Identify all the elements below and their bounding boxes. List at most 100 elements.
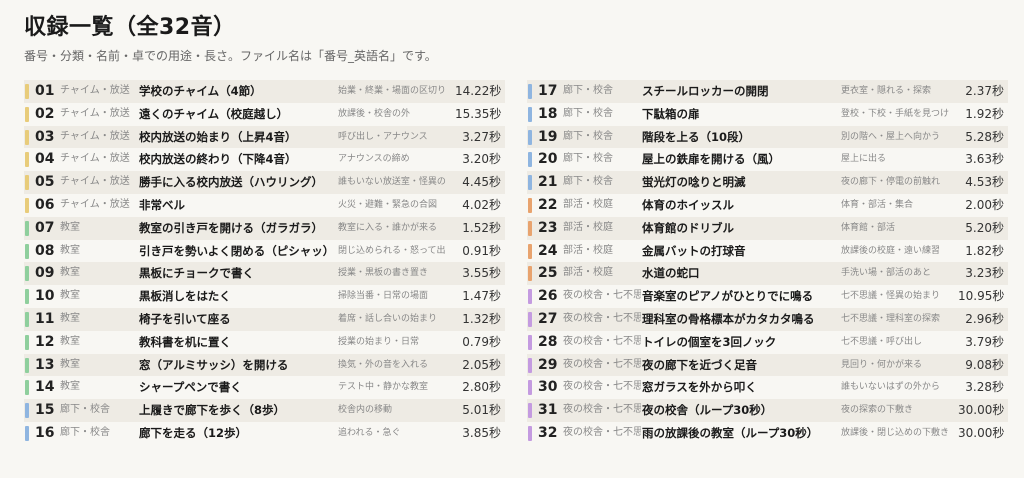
category-color-marker xyxy=(25,425,29,441)
track-row[interactable]: 20 廊下・校舎 屋上の鉄扉を開ける（風） 屋上に出る 3.63秒 xyxy=(527,148,1008,171)
track-usage: 七不思議・怪異の始まり xyxy=(841,291,941,302)
category-color-marker xyxy=(25,129,29,145)
category-color-marker xyxy=(528,84,532,99)
track-usage: 放課後の校庭・遠い練習 xyxy=(841,245,941,256)
track-usage: 閉じ込められる・怒って出 xyxy=(338,245,446,256)
page-subtitle: 番号・分類・名前・卓での用途・長さ。ファイル名は「番号_英語名」です。 xyxy=(24,49,437,63)
track-row[interactable]: 16 廊下・校舎 廊下を走る（12歩） 追われる・急ぐ 3.85秒 xyxy=(24,422,505,445)
track-length: 0.91秒 xyxy=(462,243,501,258)
track-number: 11 xyxy=(35,310,55,327)
track-row[interactable]: 14 教室 シャープペンで書く テスト中・静かな教室 2.80秒 xyxy=(24,376,505,399)
category-color-marker xyxy=(528,425,532,441)
track-row[interactable]: 29 夜の校舎・七不思 夜の廊下を近づく足音 見回り・何かが来る 9.08秒 xyxy=(527,353,1008,377)
track-category: 部活・校庭 xyxy=(563,221,613,233)
track-row[interactable]: 06 チャイム・放送 非常ベル 火災・避難・緊急の合図 4.02秒 xyxy=(24,194,505,217)
track-name: 屋上の鉄扉を開ける（風） xyxy=(642,152,780,167)
track-number: 02 xyxy=(35,105,55,122)
track-category: 夜の校舎・七不思 xyxy=(563,358,641,370)
track-row[interactable]: 10 教室 黒板消しをはたく 掃除当番・日常の場面 1.47秒 xyxy=(24,285,505,308)
track-usage: 換気・外の音を入れる xyxy=(338,359,429,370)
track-number: 08 xyxy=(35,242,55,259)
track-name: 金属バットの打球音 xyxy=(642,243,746,258)
category-color-marker xyxy=(528,220,532,236)
track-row[interactable]: 09 教室 黒板にチョークで書く 授業・黒板の書き置き 3.55秒 xyxy=(24,262,505,286)
track-name: 廊下を走る（12歩） xyxy=(139,425,248,440)
category-color-marker xyxy=(528,152,532,168)
category-color-marker xyxy=(528,403,532,419)
track-row[interactable]: 07 教室 教室の引き戸を開ける（ガラガラ） 教室に入る・誰かが来る 1.52秒 xyxy=(24,216,505,240)
track-table: 01 チャイム・放送 学校のチャイム（4節） 始業・終業・場面の区切り 14.22秒 02… xyxy=(24,80,1008,445)
track-row[interactable]: 24 部活・校庭 金属バットの打球音 放課後の校庭・遠い練習 1.82秒 xyxy=(527,240,1008,263)
track-number: 32 xyxy=(538,424,558,441)
track-category: チャイム・放送 xyxy=(60,85,130,96)
track-length: 1.92秒 xyxy=(965,106,1004,121)
track-row[interactable]: 26 夜の校舎・七不思 音楽室のピアノがひとりでに鳴る 七不思議・怪異の始まり 10.9… xyxy=(527,285,1008,308)
category-color-marker xyxy=(25,311,29,327)
track-row[interactable]: 32 夜の校舎・七不思 雨の放課後の教室（ループ30秒） 放課後・閉じ込めの下敷き 30… xyxy=(527,422,1008,445)
track-usage: 更衣室・隠れる・探索 xyxy=(841,86,932,96)
track-name: 音楽室のピアノがひとりでに鳴る xyxy=(642,289,814,304)
track-usage: 登校・下校・手紙を見つけ xyxy=(841,108,949,119)
track-usage: アナウンスの締め xyxy=(338,154,410,165)
track-usage: 見回り・何かが来る xyxy=(841,359,923,370)
track-number: 21 xyxy=(538,174,558,191)
track-row[interactable]: 15 廊下・校舎 上履きで廊下を歩く（8歩） 校舎内の移動 5.01秒 xyxy=(24,399,505,422)
track-length: 4.45秒 xyxy=(462,175,501,190)
track-row[interactable]: 13 教室 窓（アルミサッシ）を開ける 換気・外の音を入れる 2.05秒 xyxy=(24,353,505,377)
track-number: 28 xyxy=(538,333,558,350)
track-category: 教室 xyxy=(60,221,80,233)
track-length: 2.96秒 xyxy=(965,311,1004,326)
track-row[interactable]: 22 部活・校庭 体育のホイッスル 体育・部活・集合 2.00秒 xyxy=(527,194,1008,217)
track-category: 教室 xyxy=(60,290,80,302)
track-usage: 校舎内の移動 xyxy=(338,405,393,416)
track-category: チャイム・放送 xyxy=(60,153,130,165)
track-row[interactable]: 19 廊下・校舎 階段を上る（10段） 別の階へ・屋上へ向かう 5.28秒 xyxy=(527,125,1008,149)
track-length: 10.95秒 xyxy=(958,289,1005,304)
track-length: 2.80秒 xyxy=(462,380,501,395)
track-name: 下駄箱の扉 xyxy=(642,106,700,121)
track-name: 椅子を引いて座る xyxy=(139,311,231,326)
track-length: 15.35秒 xyxy=(455,106,502,121)
category-color-marker xyxy=(25,334,29,350)
track-row[interactable]: 31 夜の校舎・七不思 夜の校舎（ループ30秒） 夜の探索の下敷き 30.00秒 xyxy=(527,399,1008,422)
category-color-marker xyxy=(528,334,532,350)
track-row[interactable]: 30 夜の校舎・七不思 窓ガラスを外から叩く 誰もいないはずの外から 3.28秒 xyxy=(527,376,1008,399)
track-name: 校内放送の始まり（上昇4音） xyxy=(139,129,297,144)
track-row[interactable]: 04 チャイム・放送 校内放送の終わり（下降4音） アナウンスの締め 3.20秒 xyxy=(24,148,505,171)
track-row[interactable]: 01 チャイム・放送 学校のチャイム（4節） 始業・終業・場面の区切り 14.22秒 xyxy=(24,80,505,103)
track-row[interactable]: 05 チャイム・放送 勝手に入る校内放送（ハウリング） 誰もいない放送室・怪異の 4.4… xyxy=(24,171,505,194)
track-length: 2.37秒 xyxy=(965,84,1004,98)
track-length: 4.53秒 xyxy=(965,175,1004,190)
track-length: 3.20秒 xyxy=(462,152,501,167)
track-row[interactable]: 02 チャイム・放送 遠くのチャイム（校庭越し） 放課後・校舎の外 15.35秒 xyxy=(24,103,505,126)
track-category: 廊下・校舎 xyxy=(563,176,613,188)
track-row[interactable]: 18 廊下・校舎 下駄箱の扉 登校・下校・手紙を見つけ 1.92秒 xyxy=(527,103,1008,126)
track-length: 3.63秒 xyxy=(965,152,1004,167)
track-row[interactable]: 11 教室 椅子を引いて座る 着席・話し合いの始まり 1.32秒 xyxy=(24,307,505,331)
track-row[interactable]: 12 教室 教科書を机に置く 授業の始まり・日常 0.79秒 xyxy=(24,331,505,354)
track-usage: 始業・終業・場面の区切り xyxy=(338,86,447,96)
track-row[interactable]: 23 部活・校庭 体育館のドリブル 体育館・部活 5.20秒 xyxy=(527,216,1008,240)
track-row[interactable]: 27 夜の校舎・七不思 理科室の骨格標本がカタカタ鳴る 七不思議・理科室の探索 2.96… xyxy=(527,307,1008,331)
track-number: 25 xyxy=(538,265,558,282)
track-row[interactable]: 17 廊下・校舎 スチールロッカーの開閉 更衣室・隠れる・探索 2.37秒 xyxy=(527,80,1008,103)
track-length: 1.47秒 xyxy=(462,289,501,304)
track-category: チャイム・放送 xyxy=(60,198,130,210)
track-category: 教室 xyxy=(60,312,80,324)
track-name: 水道の蛇口 xyxy=(642,266,700,281)
track-row[interactable]: 25 部活・校庭 水道の蛇口 手洗い場・部活のあと 3.23秒 xyxy=(527,262,1008,286)
track-category: 廊下・校舎 xyxy=(60,404,110,416)
track-name: シャープペンで書く xyxy=(139,380,242,395)
track-row[interactable]: 28 夜の校舎・七不思 トイレの個室を3回ノック 七不思議・呼び出し 3.79秒 xyxy=(527,331,1008,354)
track-number: 14 xyxy=(35,379,55,396)
track-number: 12 xyxy=(35,333,55,350)
category-color-marker xyxy=(528,289,532,305)
track-name: スチールロッカーの開閉 xyxy=(642,84,769,98)
track-number: 30 xyxy=(538,379,558,396)
track-category: 部活・校庭 xyxy=(563,244,613,256)
track-number: 27 xyxy=(538,310,558,327)
track-category: 廊下・校舎 xyxy=(563,107,613,119)
track-row[interactable]: 03 チャイム・放送 校内放送の始まり（上昇4音） 呼び出し・アナウンス 3.27秒 xyxy=(24,125,505,149)
track-row[interactable]: 08 教室 引き戸を勢いよく閉める（ピシャッ） 閉じ込められる・怒って出 0.91秒 xyxy=(24,240,505,263)
track-row[interactable]: 21 廊下・校舎 蛍光灯の唸りと明滅 夜の廊下・停電の前触れ 4.53秒 xyxy=(527,171,1008,194)
